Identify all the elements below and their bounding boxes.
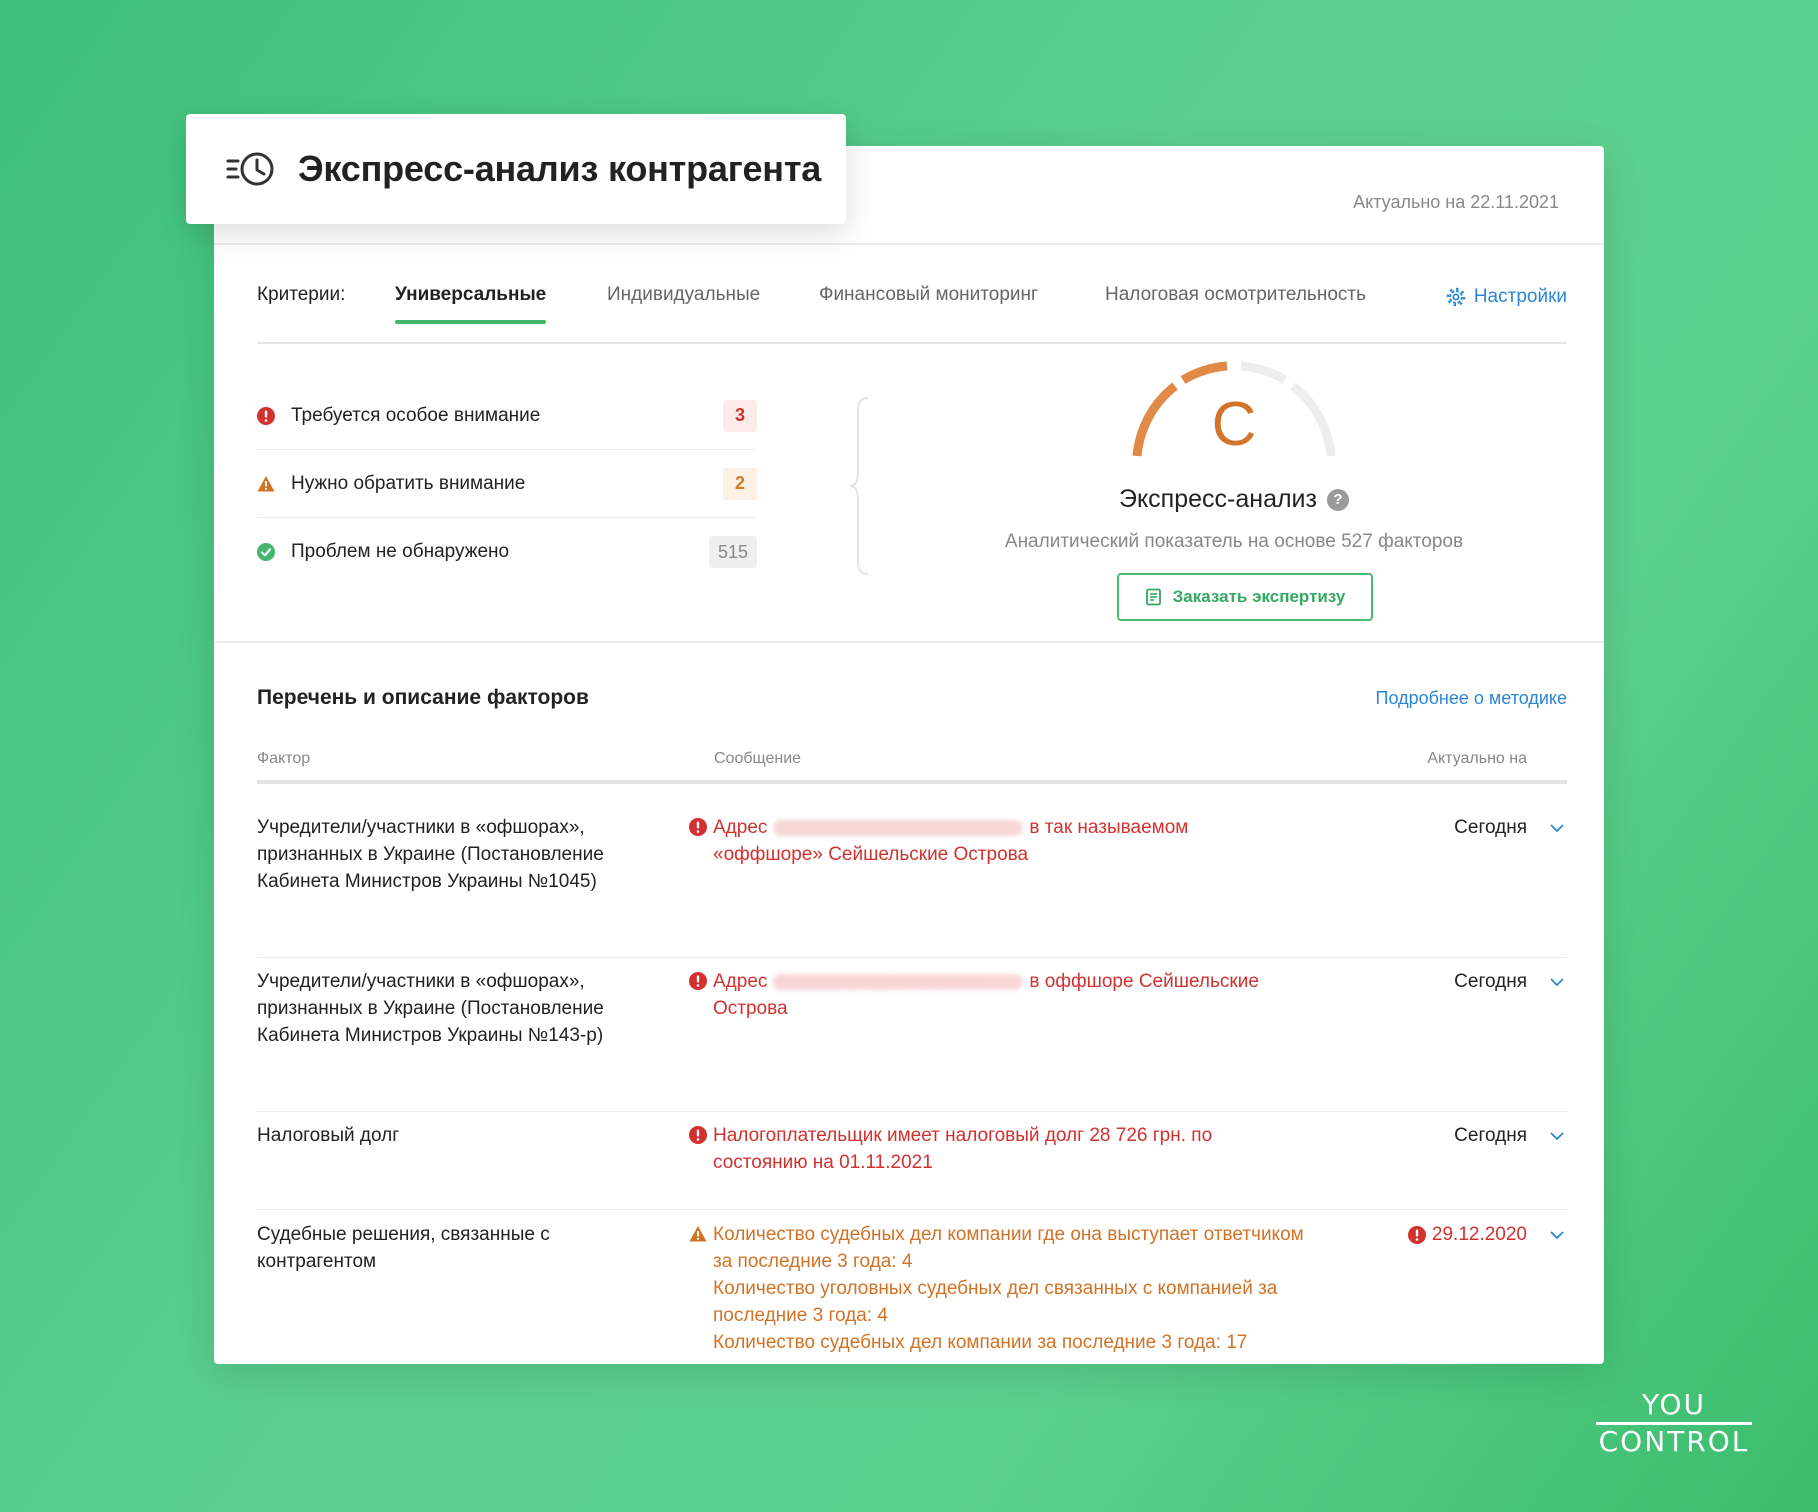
message-line: Количество судебных дел компании где она…	[713, 1224, 1304, 1272]
divider	[214, 641, 1604, 643]
gear-icon	[1446, 287, 1466, 307]
brace-divider	[850, 397, 869, 575]
criteria-label: Критерии:	[257, 284, 346, 305]
actual-date: Актуально на 22.11.2021	[1353, 192, 1559, 212]
table-row[interactable]: Налоговый долг Налогоплательщик имеет на…	[257, 1122, 1567, 1210]
alert-circle-icon	[689, 818, 707, 836]
page-title: Экспресс-анализ контрагента	[298, 148, 822, 189]
table-row[interactable]: Учредители/участники в «офшорах», призна…	[257, 968, 1567, 1112]
factor-name: Учредители/участники в «офшорах», призна…	[257, 817, 604, 892]
message-text: Адрес	[713, 971, 768, 992]
table-row[interactable]: Судебные решения, связанные с контрагент…	[257, 1221, 1567, 1364]
message-line: Количество уголовных судебных дел связан…	[713, 1278, 1278, 1326]
alert-circle-icon	[257, 406, 275, 425]
chevron-down-icon[interactable]	[1547, 1225, 1567, 1245]
row-date: 29.12.2020	[1407, 1221, 1527, 1248]
methodology-link[interactable]: Подробнее о методике	[1376, 688, 1567, 709]
alert-circle-icon	[689, 972, 707, 990]
redacted-name	[773, 973, 1024, 990]
table-header: Фактор Сообщение Актуально на	[257, 750, 1567, 784]
page-title-box: Экспресс-анализ контрагента	[186, 114, 846, 224]
column-message: Сообщение	[714, 750, 802, 767]
order-button-label: Заказать экспертизу	[1172, 587, 1346, 606]
message-text: Налогоплательщик имеет налоговый долг 28…	[713, 1125, 1213, 1173]
settings-label: Настройки	[1473, 286, 1567, 307]
logo-bottom-text: CONTROL	[1598, 1425, 1750, 1458]
chevron-down-icon[interactable]	[1547, 1126, 1567, 1146]
redacted-name	[773, 819, 1024, 836]
table-row[interactable]: Учредители/участники в «офшорах», призна…	[257, 814, 1567, 958]
count-badge: 3	[723, 399, 757, 432]
history-clock-icon	[226, 152, 274, 186]
count-badge: 2	[723, 467, 757, 500]
tab-universal[interactable]: Универсальные	[395, 284, 547, 324]
warning-triangle-icon	[689, 1226, 707, 1242]
score-panel: C Экспресс-анализ ? Аналитический показа…	[959, 351, 1509, 621]
check-circle-icon	[257, 543, 275, 561]
tab-individual[interactable]: Индивидуальные	[607, 284, 760, 306]
order-expertise-button[interactable]: Заказать экспертизу	[1117, 573, 1373, 621]
chevron-down-icon[interactable]	[1547, 972, 1567, 992]
row-date: Сегодня	[1454, 1125, 1527, 1146]
factor-name: Налоговый долг	[257, 1125, 400, 1146]
divider	[214, 243, 1604, 245]
score-subtitle: Аналитический показатель на основе 527 ф…	[1004, 531, 1464, 552]
summary-label: Нужно обратить внимание	[291, 472, 526, 494]
tab-financial-monitoring[interactable]: Финансовый мониторинг	[819, 284, 1038, 306]
document-icon	[1145, 588, 1161, 606]
grade-letter: C	[1211, 390, 1257, 459]
factor-name: Учредители/участники в «офшорах», призна…	[257, 971, 604, 1046]
summary-label: Требуется особое внимание	[291, 404, 541, 426]
factor-message: Количество судебных дел компании где она…	[689, 1221, 1314, 1356]
column-factor: Фактор	[257, 750, 311, 767]
summary-label: Проблем не обнаружено	[291, 541, 510, 562]
criteria-tabs: Критерии: Универсальные Индивидуальные Ф…	[257, 284, 1567, 344]
alert-circle-icon	[1407, 1225, 1426, 1244]
row-date: Сегодня	[1454, 817, 1527, 838]
factor-name: Судебные решения, связанные с контрагент…	[257, 1224, 550, 1272]
settings-link[interactable]: Настройки	[1446, 286, 1567, 308]
message-line: Количество судебных дел компании за посл…	[713, 1332, 1248, 1353]
chevron-down-icon[interactable]	[1547, 818, 1567, 838]
factor-message: Адрес в так называемом «оффшоре» Сейшельс…	[689, 814, 1294, 868]
help-icon[interactable]: ?	[1327, 488, 1349, 511]
score-title: Экспресс-анализ ?	[959, 485, 1509, 514]
factor-message: Адрес в оффшоре Сейшельские Острова	[689, 968, 1294, 1022]
alert-circle-icon	[689, 1126, 707, 1144]
factor-message: Налогоплательщик имеет налоговый долг 28…	[689, 1122, 1294, 1176]
tab-tax-diligence[interactable]: Налоговая осмотрительность	[1105, 284, 1366, 306]
summary-ok[interactable]: Проблем не обнаружено 515	[257, 518, 757, 586]
row-date: Сегодня	[1454, 971, 1527, 992]
analysis-card: Актуально на 22.11.2021 Критерии: Универ…	[214, 146, 1604, 1364]
row-date-text: 29.12.2020	[1431, 1224, 1527, 1245]
column-actual-on: Актуально на	[1427, 750, 1527, 767]
summary-critical[interactable]: Требуется особое внимание 3	[257, 382, 757, 450]
logo-top-text: YOU	[1641, 1388, 1707, 1421]
message-text: Адрес	[713, 817, 768, 838]
summary-warning[interactable]: Нужно обратить внимание 2	[257, 450, 757, 518]
score-title-text: Экспресс-анализ	[1119, 485, 1317, 513]
factors-title: Перечень и описание факторов	[257, 686, 589, 709]
warning-triangle-icon	[257, 475, 275, 491]
count-badge: 515	[708, 536, 757, 568]
